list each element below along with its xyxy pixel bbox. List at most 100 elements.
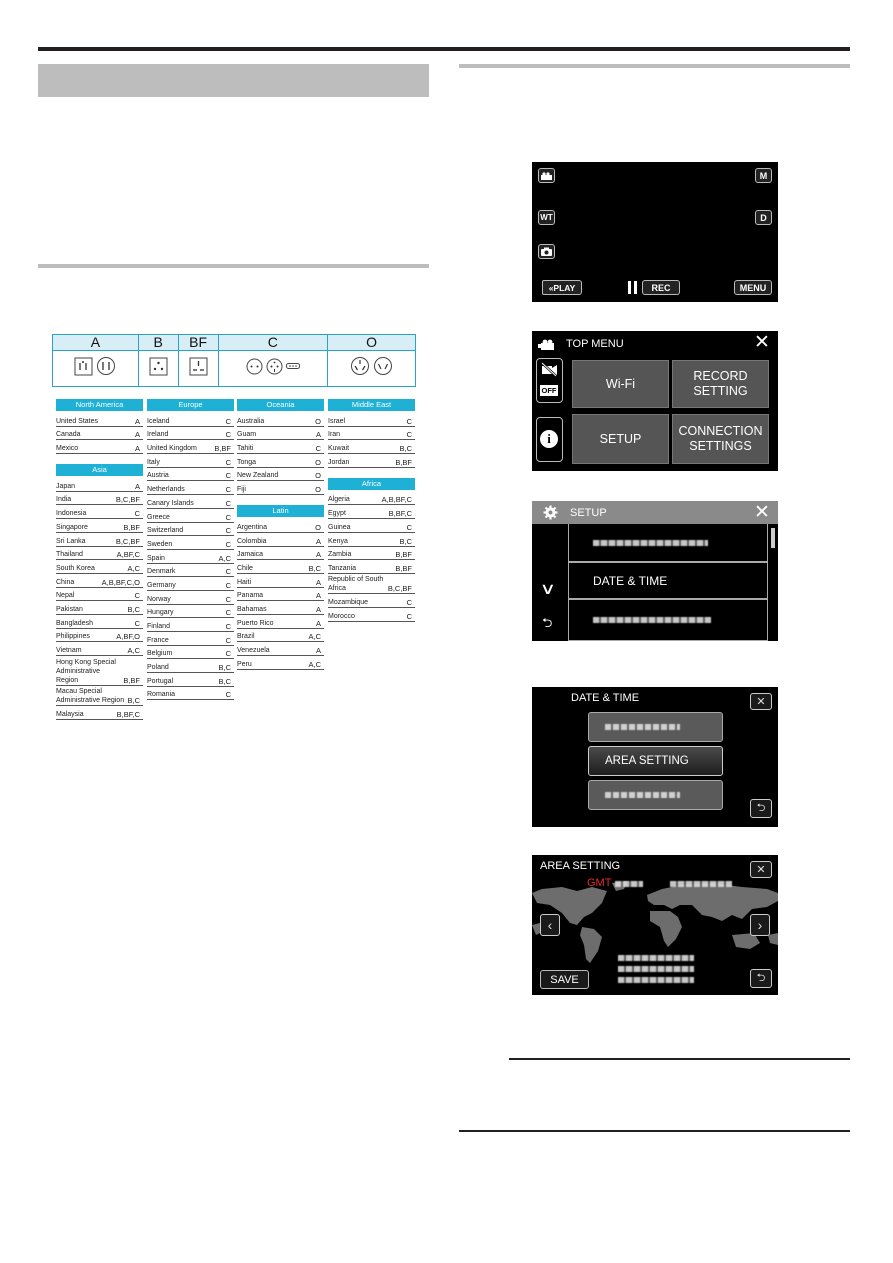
date-time-screen: DATE & TIME ✕ AREA SETTING ⮌ xyxy=(532,687,778,827)
close-icon[interactable]: ✕ xyxy=(754,333,770,352)
country-row: Jordan B,BF xyxy=(328,454,415,468)
menu-button[interactable]: MENU xyxy=(734,280,772,295)
country-name: Jordan xyxy=(328,458,350,466)
no-video-icon xyxy=(541,362,557,377)
play-button[interactable]: «PLAY xyxy=(542,280,582,295)
area-setting-menu-item[interactable]: AREA SETTING xyxy=(588,746,723,776)
plug-types: A,BF,O xyxy=(116,632,140,642)
plug-types: C xyxy=(406,430,412,440)
close-icon[interactable]: ✕ xyxy=(754,503,770,522)
country-name: Chile xyxy=(237,564,253,572)
wifi-tile[interactable]: Wi-Fi xyxy=(572,360,669,408)
region-header: Latin xyxy=(237,505,324,518)
setup-menu-item[interactable] xyxy=(568,599,768,641)
country-row: Colombia A xyxy=(237,533,324,547)
manual-mode-button[interactable]: M xyxy=(755,168,772,183)
setup-menu-item[interactable] xyxy=(568,524,768,562)
country-row: Kuwait B,C xyxy=(328,440,415,455)
region-gap xyxy=(237,495,324,505)
scrollbar[interactable] xyxy=(771,528,775,548)
plug-types: A xyxy=(134,416,140,426)
photo-mode-button[interactable] xyxy=(538,244,555,259)
blurred-label xyxy=(605,724,680,730)
back-button[interactable]: ⮌ xyxy=(750,799,772,818)
plug-types: A xyxy=(315,646,321,655)
wifi-label: Wi-Fi xyxy=(605,376,636,391)
back-icon[interactable]: ⮌ xyxy=(542,614,552,636)
date-time-menu-item[interactable] xyxy=(588,780,723,810)
country-name: Colombia xyxy=(237,537,267,545)
close-button[interactable]: ✕ xyxy=(750,861,772,878)
country-row: Ireland C xyxy=(147,427,234,441)
country-name: Guinea xyxy=(328,523,351,531)
country-row: Hungary C xyxy=(147,605,234,619)
date-time-title: DATE & TIME xyxy=(571,692,640,704)
blurred-label xyxy=(593,539,708,546)
country-name: Puerto Rico xyxy=(237,619,274,627)
plug-types: A xyxy=(315,550,321,560)
zoom-wt-button[interactable]: WT xyxy=(538,210,555,225)
next-area-button[interactable]: › xyxy=(750,914,770,936)
wifi-off-button[interactable]: OFF xyxy=(536,358,563,403)
save-button[interactable]: SAVE xyxy=(540,970,589,989)
country-name: Denmark xyxy=(147,568,176,576)
plug-o-icon xyxy=(351,357,370,375)
date-time-menu-item[interactable] xyxy=(588,712,723,742)
plug-c-cell xyxy=(217,350,328,387)
country-row: Germany C xyxy=(147,577,234,591)
country-name: Greece xyxy=(147,513,170,521)
info-button[interactable]: i xyxy=(536,417,563,462)
scroll-down-icon[interactable]: ∨ xyxy=(540,579,556,599)
plug-type-label: O xyxy=(327,334,416,351)
date-time-menu-item[interactable]: DATE & TIME xyxy=(568,562,768,599)
connection-settings-tile[interactable]: CONNECTION SETTINGS xyxy=(672,414,769,464)
gmt-offset-blurred xyxy=(615,881,643,887)
plug-types: C xyxy=(225,526,231,536)
plug-types: B,BF xyxy=(214,444,231,454)
country-row: Netherlands C xyxy=(147,481,234,496)
plug-types: A,C xyxy=(308,659,321,669)
plug-types: C xyxy=(225,649,231,659)
country-row: Peru A,C xyxy=(237,656,324,670)
country-name: Brazil xyxy=(237,633,255,641)
country-name: Portugal xyxy=(147,677,174,685)
country-row: Guinea C xyxy=(328,519,415,533)
setup-tile[interactable]: SETUP xyxy=(572,414,669,464)
country-name: Algeria xyxy=(328,496,350,504)
region-column-3: Oceania Australia O Guam A Tahiti C Tonga O New Z… xyxy=(237,399,324,670)
back-button[interactable]: ⮌ xyxy=(750,969,772,988)
plug-types: C xyxy=(406,522,412,532)
country-name: Fiji xyxy=(237,486,246,494)
info-icon: i xyxy=(540,430,558,448)
close-button[interactable]: ✕ xyxy=(750,693,772,710)
previous-area-button[interactable]: ‹ xyxy=(540,914,560,936)
plug-types: O xyxy=(315,485,321,495)
plug-types: B,C xyxy=(127,604,140,614)
country-row: Canary Islands C xyxy=(147,495,234,509)
region-header: Europe xyxy=(147,399,234,411)
record-setting-tile[interactable]: RECORD SETTING xyxy=(672,360,769,408)
plug-b-icon xyxy=(149,357,168,375)
plug-types: B,C xyxy=(218,663,231,673)
country-name: Mozambique xyxy=(328,599,369,607)
country-row: Poland B,C xyxy=(147,659,234,674)
plug-types: A xyxy=(315,604,321,614)
plug-types: A xyxy=(134,481,140,491)
country-name: United Kingdom xyxy=(147,445,197,453)
plug-bf-icon xyxy=(189,357,208,375)
video-mode-button[interactable] xyxy=(538,168,555,183)
plug-types: B,BF,C xyxy=(388,509,412,519)
plug-a-icon xyxy=(74,357,93,376)
plug-type-label: A xyxy=(52,334,139,351)
country-row: United Kingdom B,BF xyxy=(147,440,234,455)
top-menu-title: TOP MENU xyxy=(566,338,624,350)
country-name: China xyxy=(56,578,75,586)
rec-button[interactable]: REC xyxy=(642,280,680,295)
country-row: Sweden C xyxy=(147,536,234,550)
chevron-left-icon: ‹ xyxy=(547,917,553,933)
plug-types: B,C,BF xyxy=(115,495,140,505)
display-button[interactable]: D xyxy=(755,210,772,225)
country-row: Egypt B,BF,C xyxy=(328,505,415,520)
country-name: Hungary xyxy=(147,609,174,617)
time-blurred xyxy=(618,966,694,972)
